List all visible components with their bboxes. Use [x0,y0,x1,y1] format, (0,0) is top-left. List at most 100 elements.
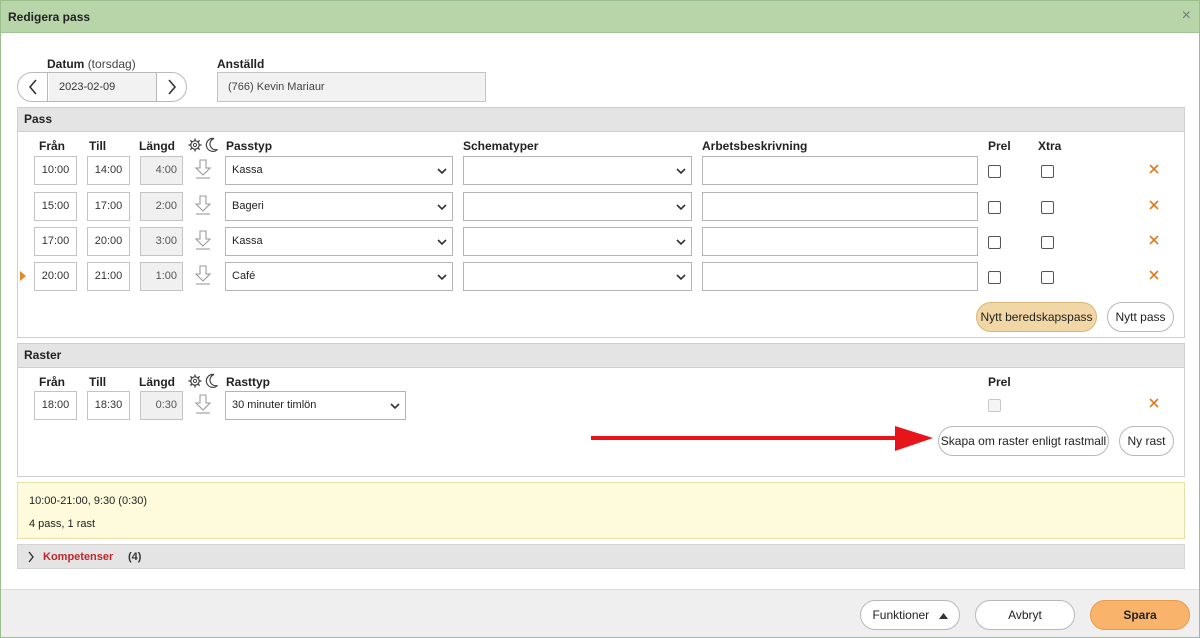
date-weekday: (torsdag) [87,57,136,71]
cancel-button[interactable]: Avbryt [975,600,1075,630]
description-input[interactable] [702,156,978,185]
schedule-type-select[interactable] [463,227,692,256]
pass-type-select[interactable]: Bageri [225,192,453,221]
pass-type-select[interactable]: Kassa [225,156,453,185]
pass-header-to: Till [89,139,107,153]
chevron-down-icon [676,239,686,246]
pass-from-input[interactable]: 15:00 [34,192,77,221]
breaks-section-title: Raster [18,344,1184,368]
break-header-length: Längd [139,375,175,389]
pass-to-input[interactable]: 20:00 [87,227,130,256]
xtra-checkbox[interactable] [1041,271,1054,284]
prel-checkbox[interactable] [988,271,1001,284]
arrow-down-icon[interactable] [194,195,212,215]
pass-type-select[interactable]: Kassa [225,227,453,256]
date-next-button[interactable] [156,73,186,101]
pass-length-field: 4:00 [140,156,183,185]
pass-header-type: Passtyp [226,139,273,153]
pass-type-value: Bageri [232,200,264,212]
description-input[interactable] [702,192,978,221]
close-icon[interactable] [1147,162,1161,176]
schedule-type-select[interactable] [463,156,692,185]
dialog-footer: Funktioner Avbryt Spara [1,589,1199,637]
date-label: Datum (torsdag) [47,57,136,71]
moon-icon[interactable] [205,373,219,389]
chevron-down-icon [437,274,447,281]
chevron-down-icon [676,168,686,175]
break-header-from: Från [39,375,66,389]
pass-header-prel: Prel [988,139,1011,153]
shift-summary: 10:00-21:00, 9:30 (0:30) 4 pass, 1 rast [17,482,1185,539]
employee-field: (766) Kevin Mariaur [217,72,486,102]
annotation-arrow [591,426,933,451]
save-button[interactable]: Spara [1090,600,1190,630]
edit-shift-dialog: Redigera pass × Datum (torsdag) 2023-02-… [0,0,1200,638]
pass-section-title: Pass [18,108,1184,132]
break-length-field: 0:30 [140,391,183,420]
gear-icon[interactable] [188,374,202,388]
break-to-input[interactable]: 18:30 [87,391,130,420]
pass-to-input[interactable]: 14:00 [87,156,130,185]
xtra-checkbox[interactable] [1041,236,1054,249]
pass-length-field: 1:00 [140,262,183,291]
competences-count: (4) [128,551,142,563]
break-type-select[interactable]: 30 minuter timlön [225,391,406,420]
pass-to-input[interactable]: 17:00 [87,192,130,221]
new-shift-button[interactable]: Nytt pass [1107,302,1174,332]
summary-time: 10:00-21:00, 9:30 (0:30) [29,495,148,507]
arrow-down-icon[interactable] [194,230,212,250]
pass-type-value: Kassa [232,235,263,247]
close-icon[interactable]: × [1182,7,1191,25]
date-prev-button[interactable] [18,73,48,101]
pass-length-field: 3:00 [140,227,183,256]
recreate-breaks-button[interactable]: Skapa om raster enligt rastmall [938,426,1109,456]
close-icon[interactable] [1147,233,1161,247]
pass-header-description: Arbetsbeskrivning [702,139,808,153]
prel-checkbox[interactable] [988,236,1001,249]
close-icon[interactable] [1147,396,1161,410]
pass-to-input[interactable]: 21:00 [87,262,130,291]
xtra-checkbox[interactable] [1041,201,1054,214]
date-label-text: Datum [47,57,85,71]
xtra-checkbox[interactable] [1041,165,1054,178]
close-icon[interactable] [1147,268,1161,282]
date-picker: 2023-02-09 [17,72,187,102]
close-icon[interactable] [1147,198,1161,212]
arrow-down-icon[interactable] [194,265,212,285]
new-break-button[interactable]: Ny rast [1119,426,1174,456]
arrow-down-icon[interactable] [194,159,212,179]
pass-type-value: Café [232,270,256,282]
dialog-titlebar: Redigera pass × [1,1,1199,33]
description-input[interactable] [702,227,978,256]
moon-icon[interactable] [205,137,219,153]
chevron-right-icon [167,79,176,95]
chevron-down-icon [676,274,686,281]
competences-toggle[interactable]: Kompetenser (4) [17,544,1185,569]
chevron-right-icon [28,551,34,563]
break-prel-checkbox [988,399,1001,412]
caret-up-icon [938,612,948,619]
break-header-to: Till [89,375,107,389]
chevron-down-icon [437,204,447,211]
break-header-type: Rasttyp [226,375,271,389]
date-input[interactable]: 2023-02-09 [49,73,156,101]
arrow-down-icon[interactable] [194,394,212,414]
prel-checkbox[interactable] [988,165,1001,178]
break-from-input[interactable]: 18:00 [34,391,77,420]
employee-label: Anställd [217,57,265,71]
prel-checkbox[interactable] [988,201,1001,214]
schedule-type-select[interactable] [463,262,692,291]
gear-icon[interactable] [188,138,202,152]
break-header-prel: Prel [988,375,1011,389]
pass-from-input[interactable]: 17:00 [34,227,77,256]
pass-type-select[interactable]: Café [225,262,453,291]
dialog-title: Redigera pass [8,10,91,24]
pass-from-input[interactable]: 10:00 [34,156,77,185]
pass-from-input[interactable]: 20:00 [34,262,77,291]
pass-header-schedule: Schematyper [463,139,539,153]
new-standby-shift-button[interactable]: Nytt beredskapspass [976,302,1097,332]
schedule-type-select[interactable] [463,192,692,221]
functions-button[interactable]: Funktioner [860,600,960,630]
description-input[interactable] [702,262,978,291]
pass-header-length: Längd [139,139,175,153]
